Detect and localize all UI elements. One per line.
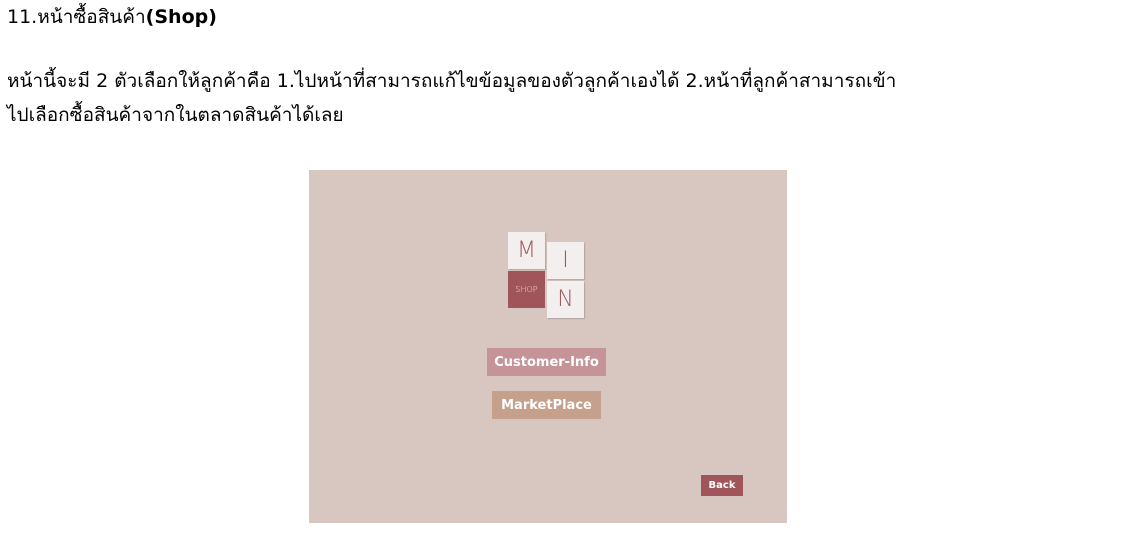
- marketplace-button[interactable]: MarketPlace: [492, 391, 601, 419]
- heading-number: 11.: [7, 6, 38, 28]
- logo-tile-i: I: [547, 242, 584, 279]
- shop-screen-mockup: M I SHOP N Customer-Info MarketPlace Bac…: [309, 170, 787, 523]
- back-button[interactable]: Back: [701, 475, 743, 496]
- section-heading: 11.หน้าซื้อสินค้า(Shop): [7, 2, 217, 32]
- logo-tile-shop: SHOP: [508, 271, 545, 308]
- heading-thai-title: หน้าซื้อสินค้า: [37, 6, 146, 28]
- logo-tile-m: M: [508, 232, 545, 269]
- description-line-2: ไปเลือกซื้อสินค้าจากในตลาดสินค้าได้เลย: [7, 104, 344, 126]
- customer-info-button[interactable]: Customer-Info: [487, 348, 606, 376]
- heading-english-title: (Shop): [145, 6, 217, 28]
- logo-tile-n: N: [547, 281, 584, 318]
- description-paragraph: หน้านี้จะมี 2 ตัวเลือกให้ลูกค้าคือ 1.ไปห…: [7, 64, 1117, 132]
- description-line-1: หน้านี้จะมี 2 ตัวเลือกให้ลูกค้าคือ 1.ไปห…: [7, 70, 897, 92]
